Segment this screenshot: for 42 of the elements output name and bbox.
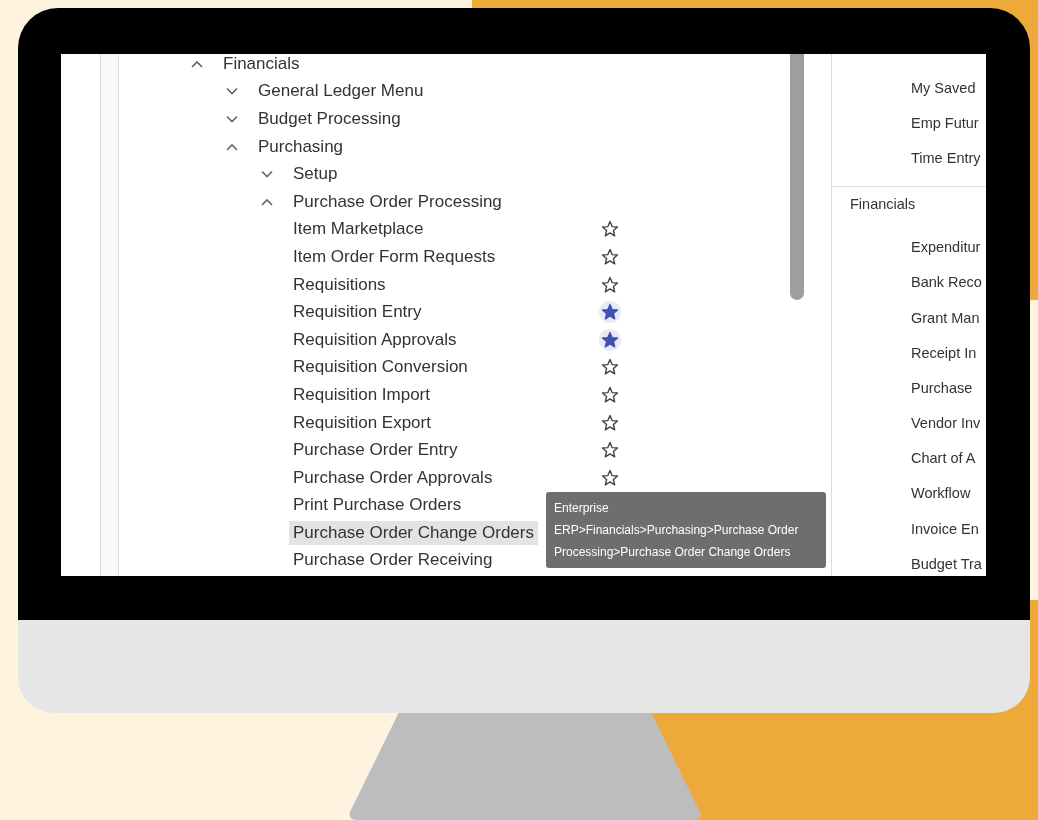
star-icon[interactable] [599, 328, 621, 351]
menu-folder[interactable]: General Ledger Menu [254, 79, 428, 104]
quick-link[interactable]: My Saved [832, 70, 986, 106]
menu-item[interactable]: Requisition Export [289, 410, 435, 435]
scrollbar-thumb[interactable] [790, 54, 804, 300]
quick-link[interactable]: Emp Futur [832, 105, 986, 141]
quick-link[interactable]: Expenditur [832, 229, 986, 265]
quick-link[interactable]: Budget Tra [832, 546, 986, 576]
quick-link[interactable]: Workflow [832, 475, 986, 512]
menu-item[interactable]: Item Marketplace [289, 217, 428, 242]
section-heading: Financials [849, 194, 917, 214]
menu-folder[interactable]: Purchase Order Processing [289, 189, 506, 214]
menu-folder[interactable]: Financials [219, 54, 304, 76]
menu-folder[interactable]: Purchasing [254, 134, 348, 159]
quick-link[interactable]: Receipt In [832, 335, 986, 371]
menu-item[interactable]: Purchase Order Approvals [289, 465, 497, 490]
menu-item[interactable]: Requisitions [289, 272, 390, 297]
quick-link[interactable]: Bank Reco [832, 264, 986, 300]
quick-link[interactable]: Invoice En [832, 511, 986, 547]
quick-link[interactable]: Grant Man [832, 299, 986, 336]
menu-folder[interactable]: Budget Processing [254, 107, 405, 131]
menu-item[interactable]: Purchase Order Entry [289, 438, 462, 463]
menu-item[interactable]: Requisition Conversion [289, 355, 472, 380]
menu-item[interactable]: Requisition Entry [289, 300, 426, 325]
chevron-down-icon[interactable] [261, 170, 273, 179]
quick-link[interactable]: Vendor Inv [832, 405, 986, 441]
chevron-up-icon[interactable] [191, 59, 203, 68]
chevron-down-icon[interactable] [226, 115, 238, 123]
menu-item[interactable]: Item Order Form Requests [289, 244, 500, 269]
menu-item[interactable]: Purchase Order Receiving [289, 548, 497, 573]
menu-item[interactable]: Requisition Import [289, 382, 434, 407]
quick-link[interactable]: Time Entry [832, 140, 986, 176]
menu-item[interactable]: Requisition Approvals [289, 327, 461, 352]
chevron-down-icon[interactable] [226, 87, 238, 96]
quick-link[interactable]: Purchase [832, 370, 986, 406]
quick-link[interactable]: Chart of A [832, 440, 986, 476]
menu-item[interactable]: Print Purchase Orders [289, 493, 466, 518]
menu-folder[interactable]: Setup [289, 162, 342, 187]
chevron-up-icon[interactable] [226, 142, 238, 151]
tooltip: Enterprise ERP>Financials>Purchasing>Purchase Order Processing>Purchase Order Change Orders [546, 492, 826, 568]
menu-item[interactable]: Purchase Order Change Orders [289, 520, 538, 545]
chevron-up-icon[interactable] [261, 197, 273, 206]
